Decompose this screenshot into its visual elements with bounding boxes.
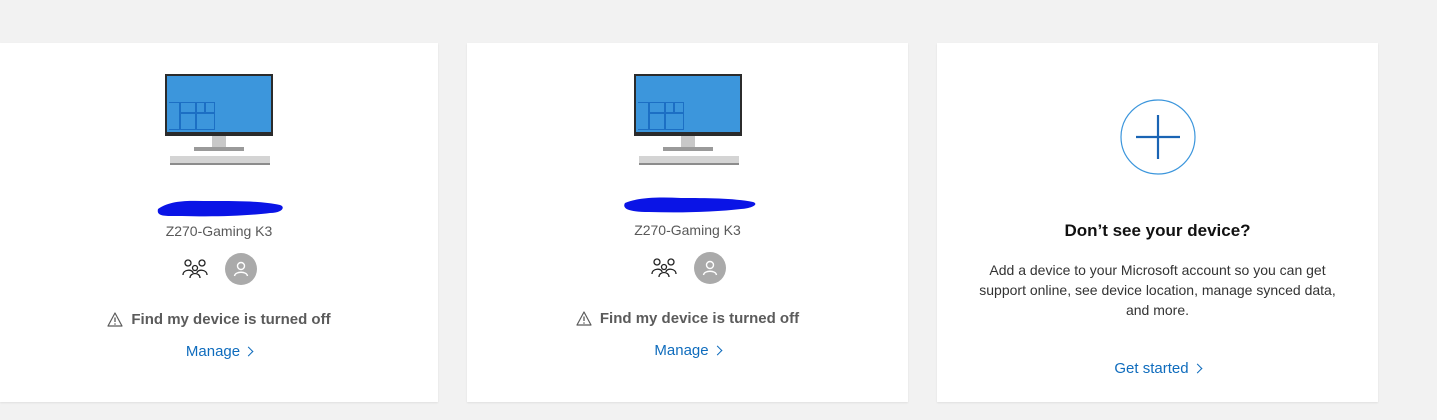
device-card-1: Z270-Gaming K3 Find my device is turned … <box>0 43 438 402</box>
manage-label: Manage <box>654 342 709 359</box>
chevron-right-icon <box>1192 363 1203 374</box>
device-icons-row <box>650 251 726 284</box>
get-started-label: Get started <box>1114 360 1189 377</box>
find-my-device-status: Find my device is turned off <box>0 311 438 328</box>
warning-icon <box>576 311 592 326</box>
add-device-description: Add a device to your Microsoft account s… <box>979 262 1336 318</box>
find-my-device-status: Find my device is turned off <box>467 310 908 327</box>
user-avatar-icon <box>225 252 257 285</box>
status-text: Find my device is turned off <box>599 310 800 327</box>
get-started-link[interactable]: Get started <box>937 360 1378 377</box>
add-device-card: Don’t see your device? Add a device to y… <box>937 43 1378 402</box>
device-icons-row <box>181 252 257 285</box>
manage-link[interactable]: Manage <box>467 342 908 359</box>
device-model: Z270-Gaming K3 <box>165 223 273 239</box>
family-icon <box>650 257 677 277</box>
warning-icon <box>107 312 123 327</box>
chevron-right-icon <box>712 345 723 356</box>
add-circle-icon[interactable] <box>1119 99 1196 175</box>
redacted-device-name <box>623 197 755 213</box>
device-model: Z270-Gaming K3 <box>634 222 741 238</box>
manage-link[interactable]: Manage <box>0 343 438 360</box>
status-text: Find my device is turned off <box>131 311 331 328</box>
family-icon <box>182 258 208 278</box>
add-device-title: Don’t see your device? <box>1064 221 1251 240</box>
user-avatar-icon <box>693 251 726 284</box>
device-card-2: Z270-Gaming K3 Find my device is turned … <box>467 43 908 402</box>
chevron-right-icon <box>243 346 254 357</box>
desktop-pc-icon <box>633 74 742 165</box>
redacted-device-name <box>157 200 283 217</box>
desktop-pc-icon <box>165 74 273 165</box>
manage-label: Manage <box>185 343 241 360</box>
